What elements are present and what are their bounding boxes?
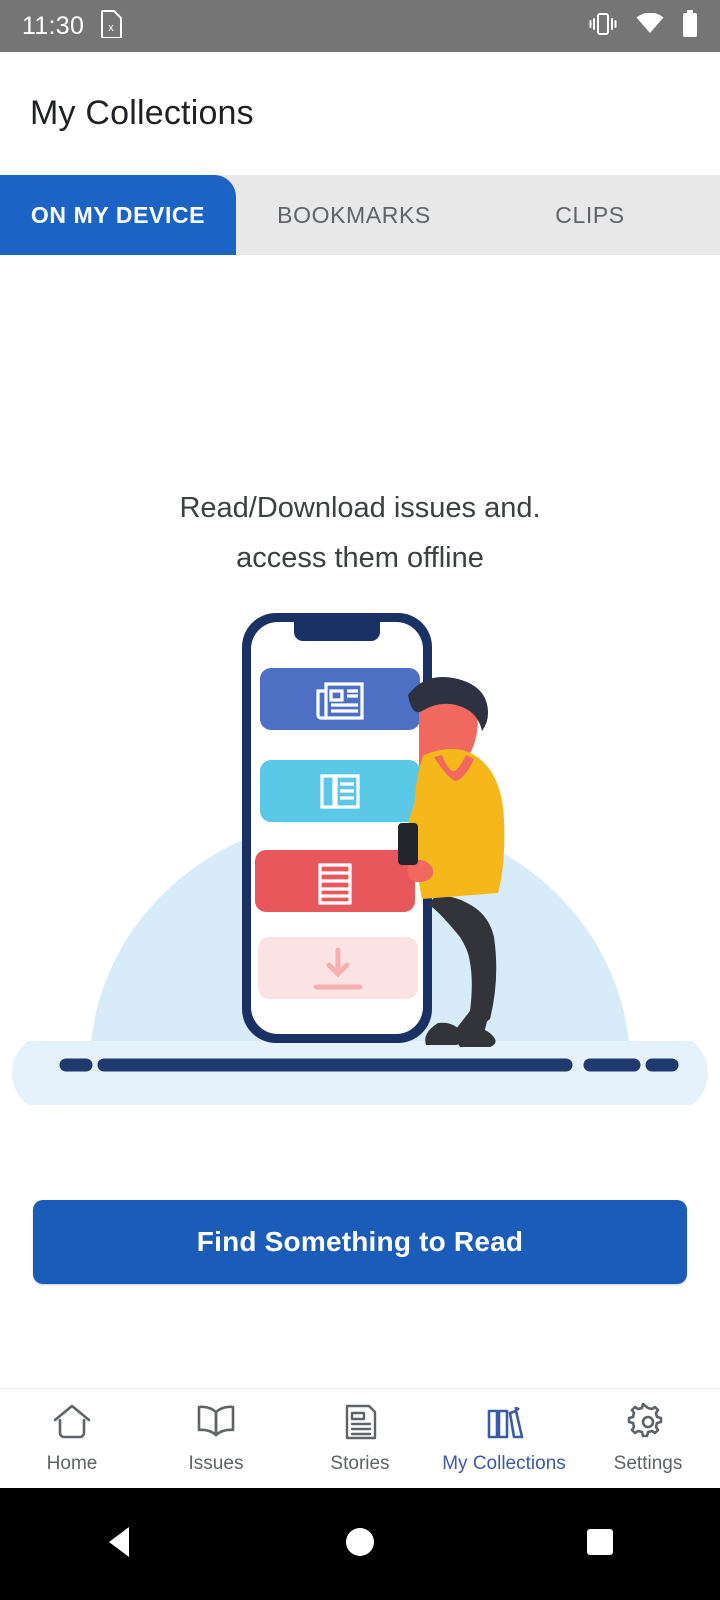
- tab-bar: ON MY DEVICE BOOKMARKS CLIPS: [0, 175, 720, 255]
- home-icon: [51, 1403, 93, 1446]
- tab-label: CLIPS: [555, 201, 625, 228]
- magazine-card: [260, 760, 420, 822]
- books-icon: [483, 1403, 525, 1446]
- nav-item-my-collections[interactable]: My Collections: [432, 1389, 576, 1488]
- nav-item-issues[interactable]: Issues: [144, 1389, 288, 1488]
- empty-state-content: Read/Download issues and. access them of…: [0, 255, 720, 1375]
- nav-label: Settings: [613, 1452, 683, 1474]
- triangle-back-icon: [103, 1523, 137, 1566]
- recents-button[interactable]: [555, 1514, 645, 1574]
- nav-label: My Collections: [442, 1452, 566, 1474]
- battery-icon: [682, 9, 698, 43]
- cta-label: Find Something to Read: [196, 1226, 524, 1257]
- nav-item-settings[interactable]: Settings: [576, 1389, 720, 1488]
- article-card: [255, 850, 415, 912]
- newspaper-card: [260, 668, 420, 730]
- status-bar: 11:30 x: [0, 0, 720, 52]
- tab-label: ON MY DEVICE: [30, 201, 206, 228]
- nav-label: Issues: [188, 1452, 244, 1474]
- bottom-navigation-bar: Home Issues Stories My Collections Setti…: [0, 1388, 720, 1488]
- download-card: [258, 937, 418, 999]
- empty-state-line-1: Read/Download issues and.: [179, 492, 541, 524]
- circle-home-icon: [343, 1523, 377, 1566]
- tab-bookmarks[interactable]: BOOKMARKS: [236, 175, 472, 255]
- back-button[interactable]: [75, 1514, 165, 1574]
- status-time: 11:30: [22, 11, 85, 40]
- tab-clips[interactable]: CLIPS: [472, 175, 708, 255]
- nav-label: Home: [46, 1452, 98, 1474]
- vibrate-icon: [588, 11, 618, 42]
- gear-icon: [627, 1402, 669, 1446]
- nav-item-home[interactable]: Home: [0, 1389, 144, 1488]
- svg-text:x: x: [108, 22, 114, 34]
- sim-card-x-icon: x: [100, 9, 123, 43]
- page-title: My Collections: [30, 94, 254, 132]
- status-bar-right: [588, 9, 698, 43]
- square-recents-icon: [583, 1523, 617, 1566]
- book-icon: [195, 1403, 237, 1446]
- nav-label: Stories: [330, 1452, 390, 1474]
- find-something-to-read-button[interactable]: Find Something to Read: [33, 1200, 687, 1284]
- article-icon: [339, 1403, 381, 1446]
- android-system-nav: [0, 1488, 720, 1600]
- home-button[interactable]: [315, 1514, 405, 1574]
- nav-item-stories[interactable]: Stories: [288, 1389, 432, 1488]
- wifi-icon: [636, 12, 664, 40]
- tab-label: BOOKMARKS: [277, 201, 431, 228]
- empty-state-line-2: access them offline: [236, 542, 484, 574]
- empty-state-message: Read/Download issues and. access them of…: [0, 483, 720, 583]
- offline-reading-illustration: [0, 605, 720, 1215]
- app-header: My Collections: [0, 52, 720, 175]
- status-bar-left: 11:30 x: [22, 9, 123, 43]
- app-screen: 11:30 x My Collections ON MY DEVICE BOOK…: [0, 0, 720, 1600]
- tab-on-my-device[interactable]: ON MY DEVICE: [0, 175, 236, 255]
